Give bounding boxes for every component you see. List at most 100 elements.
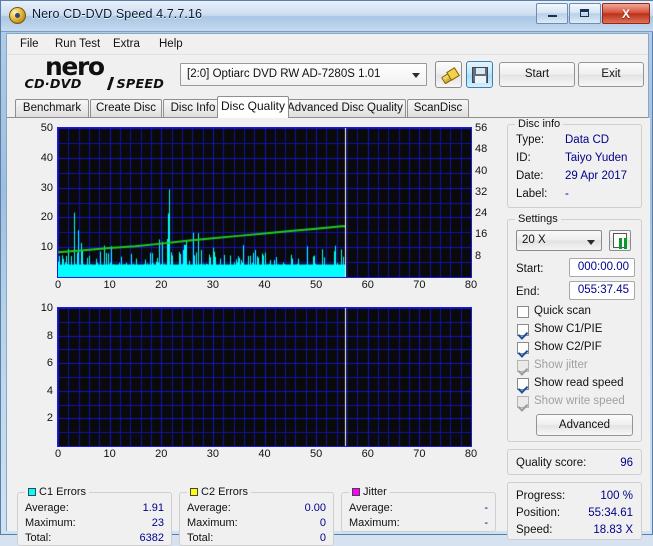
disc-date-value: 29 Apr 2017 (565, 170, 627, 182)
close-button[interactable]: X (602, 3, 650, 24)
tab-strip: Benchmark Create Disc Disc Info Disc Qua… (7, 96, 648, 118)
end-time-field[interactable]: 055:37.45 (569, 281, 635, 300)
axis-tick-label: 10 (94, 280, 126, 291)
c1-errors-caption: C1 Errors (25, 486, 89, 498)
plug-button[interactable] (435, 61, 462, 88)
toolbar: nero CD·DVD SPEED [2:0] Optiarc DVD RW A… (7, 55, 648, 95)
tab-benchmark[interactable]: Benchmark (15, 99, 89, 118)
menu-help[interactable]: Help (154, 37, 188, 51)
refresh-button[interactable] (609, 230, 631, 251)
axis-tick-label: 50 (300, 280, 332, 291)
speed-label: Speed: (516, 524, 552, 536)
drive-select-value: [2:0] Optiarc DVD RW AD-7280S 1.01 (187, 68, 380, 80)
axis-tick-label: 20 (145, 449, 177, 460)
start-time-value: 000:00.00 (578, 261, 629, 273)
speed-value: 18.83 X (563, 524, 633, 536)
axis-tick-label: 70 (403, 280, 435, 291)
window-controls: X (536, 3, 650, 24)
checkbox-box (517, 396, 529, 408)
axis-tick-label: 60 (352, 280, 384, 291)
exit-button[interactable]: Exit (578, 62, 644, 87)
axis-tick-label: 40 (475, 166, 503, 176)
axis-tick-label: 4 (21, 386, 53, 396)
checkbox-label: Quick scan (534, 305, 591, 317)
disc-label-value: - (565, 188, 569, 200)
axis-tick-label: 8 (475, 251, 503, 261)
tab-advanced-disc-quality[interactable]: Advanced Disc Quality (284, 99, 406, 118)
drive-select[interactable]: [2:0] Optiarc DVD RW AD-7280S 1.01 (180, 63, 427, 86)
tab-disc-quality[interactable]: Disc Quality (217, 96, 289, 118)
advanced-button[interactable]: Advanced (536, 414, 633, 436)
c1-maximum-label: Maximum: (25, 517, 76, 529)
c2-average-value: 0.00 (256, 502, 326, 514)
checkbox-label: Show write speed (534, 395, 625, 407)
c1-plot-area[interactable] (57, 127, 472, 278)
save-button[interactable] (466, 61, 493, 88)
menu-run-test[interactable]: Run Test (50, 37, 105, 51)
axis-tick-label: 60 (352, 449, 384, 460)
axis-tick-label: 80 (455, 280, 487, 291)
axis-tick-label: 8 (21, 331, 53, 341)
axis-tick-label: 0 (42, 449, 74, 460)
refresh-arrows-icon (613, 233, 627, 248)
position-label: Position: (516, 507, 560, 519)
logo-slash (107, 77, 114, 90)
c2-color-swatch (190, 488, 198, 496)
window-title: Nero CD-DVD Speed 4.7.7.16 (32, 7, 202, 21)
axis-tick-label: 50 (300, 449, 332, 460)
c1-average-value: 1.91 (94, 502, 164, 514)
disc-id-label: ID: (516, 152, 531, 164)
close-icon: X (603, 7, 649, 21)
axis-tick-label: 10 (21, 303, 53, 313)
c2-total-value: 0 (256, 532, 326, 544)
checkbox-label: Show C1/PIE (534, 323, 602, 335)
checkbox-box (517, 360, 529, 372)
title-bar: Nero CD-DVD Speed 4.7.7.16 X (1, 1, 653, 32)
jitter-average-label: Average: (349, 502, 393, 514)
axis-tick-label: 24 (475, 208, 503, 218)
logo-subtext-right: SPEED (117, 77, 165, 90)
axis-tick-label: 30 (197, 280, 229, 291)
floppy-save-icon (472, 67, 488, 83)
tab-create-disc[interactable]: Create Disc (90, 99, 162, 118)
c2-plot-area[interactable] (57, 307, 472, 447)
start-time-field[interactable]: 000:00.00 (569, 258, 635, 277)
progress-box: Progress: 100 % Position: 55:34.61 Speed… (507, 482, 642, 540)
axis-tick-label: 10 (21, 242, 53, 252)
menu-file[interactable]: File (15, 37, 44, 51)
c1-maximum-value: 23 (94, 517, 164, 529)
speed-select[interactable]: 20 X (516, 230, 602, 251)
jitter-maximum-value: - (418, 517, 488, 529)
chevron-down-icon[interactable] (407, 65, 425, 84)
menu-extra[interactable]: Extra (108, 37, 145, 51)
disc-type-value: Data CD (565, 134, 609, 146)
quality-score-value: 96 (573, 457, 633, 469)
axis-tick-label: 20 (21, 212, 53, 222)
checkbox-label: Show jitter (534, 359, 588, 371)
disc-type-label: Type: (516, 134, 544, 146)
jitter-average-value: - (418, 502, 488, 514)
disc-date-label: Date: (516, 170, 544, 182)
axis-tick-label: 0 (42, 280, 74, 291)
c1-total-value: 6382 (94, 532, 164, 544)
axis-tick-label: 40 (21, 153, 53, 163)
c2-errors-caption: C2 Errors (187, 486, 251, 498)
axis-tick-label: 48 (475, 144, 503, 154)
disc-id-value: Taiyo Yuden (565, 152, 627, 164)
start-button[interactable]: Start (499, 62, 575, 87)
minimize-button[interactable] (536, 3, 568, 24)
settings-caption: Settings (515, 213, 561, 225)
c2-maximum-value: 0 (256, 517, 326, 529)
axis-tick-label: 2 (21, 413, 53, 423)
axis-tick-label: 40 (249, 280, 281, 291)
maximize-button[interactable] (569, 3, 601, 24)
speed-select-value: 20 X (522, 234, 546, 246)
tab-scandisc[interactable]: ScanDisc (407, 99, 469, 118)
tab-disc-info[interactable]: Disc Info (163, 99, 223, 118)
c2-maximum-label: Maximum: (187, 517, 238, 529)
disc-label-label: Label: (516, 188, 547, 200)
progress-label: Progress: (516, 490, 565, 502)
chevron-down-icon (587, 240, 595, 245)
end-time-label: End: (516, 286, 540, 298)
axis-tick-label: 10 (94, 449, 126, 460)
